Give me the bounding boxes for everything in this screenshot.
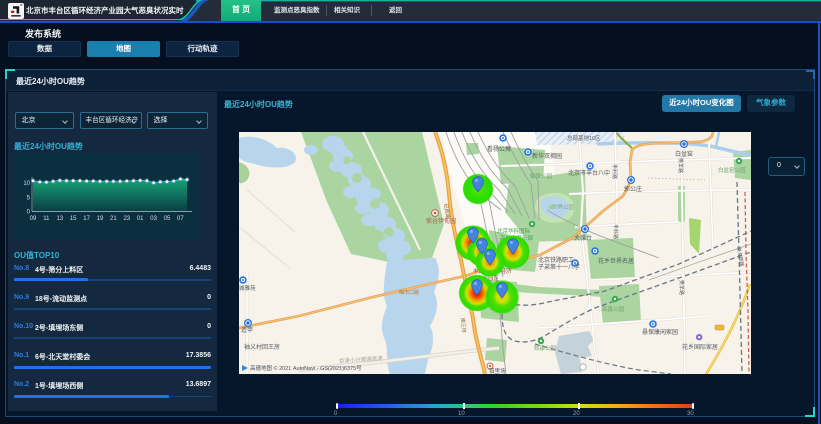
svg-text:高德地图 © 2021 AutoNavi - GS(2021: 高德地图 © 2021 AutoNavi - GS(2021)6375号 xyxy=(250,364,362,372)
svg-text:19: 19 xyxy=(97,216,104,222)
svg-text:看杨公寓: 看杨公寓 xyxy=(487,145,511,153)
svg-text:袖义村回王房: 袖义村回王房 xyxy=(244,343,280,351)
svg-text:御景公园: 御景公园 xyxy=(530,172,553,180)
svg-text:梅市口路: 梅市口路 xyxy=(399,289,419,296)
svg-text:熙康公园: 熙康公园 xyxy=(534,344,557,352)
svg-text:郭公庄: 郭公庄 xyxy=(624,185,642,193)
svg-text:5: 5 xyxy=(27,195,31,201)
svg-text:子弟第十一八学: 子弟第十一八学 xyxy=(538,263,580,271)
svg-text:北京华科国际: 北京华科国际 xyxy=(497,227,531,235)
svg-text:15: 15 xyxy=(70,216,77,222)
svg-text:21: 21 xyxy=(110,216,117,222)
svg-text:白盆窑: 白盆窑 xyxy=(675,150,693,158)
svg-text:11: 11 xyxy=(43,216,50,222)
svg-text:北京市丰台八中: 北京市丰台八中 xyxy=(568,169,610,177)
svg-text:07: 07 xyxy=(177,216,184,222)
svg-text:白盆窑公园: 白盆窑公园 xyxy=(718,166,746,174)
svg-text:09: 09 xyxy=(30,216,37,222)
svg-text:花乡世界名居: 花乡世界名居 xyxy=(598,257,634,265)
svg-text:13: 13 xyxy=(56,216,63,222)
svg-text:丰利路: 丰利路 xyxy=(611,164,618,179)
svg-text:镇里场: 镇里场 xyxy=(489,367,506,374)
svg-text:高鑫公园: 高鑫公园 xyxy=(602,305,625,313)
svg-text:05: 05 xyxy=(164,216,171,222)
svg-text:樊羊路: 樊羊路 xyxy=(678,280,685,295)
svg-text:03: 03 xyxy=(150,216,157,222)
svg-text:造甲: 造甲 xyxy=(241,326,253,334)
svg-text:丰科路: 丰科路 xyxy=(612,224,619,239)
svg-text:17: 17 xyxy=(83,216,90,222)
svg-text:总部基地10区: 总部基地10区 xyxy=(567,134,601,142)
svg-text:新华双拥园: 新华双拥园 xyxy=(532,152,562,160)
svg-text:花乡国际家居: 花乡国际家居 xyxy=(682,343,718,351)
svg-text:10: 10 xyxy=(23,181,30,187)
svg-text:悬保康闲家园: 悬保康闲家园 xyxy=(642,328,678,336)
svg-text:北京铁路职工: 北京铁路职工 xyxy=(538,256,574,264)
svg-text:南三环: 南三环 xyxy=(459,318,467,334)
svg-text:0: 0 xyxy=(27,210,31,216)
svg-text:樊羊路: 樊羊路 xyxy=(677,158,684,173)
svg-text:城雅苑: 城雅苑 xyxy=(239,284,256,292)
svg-text:01: 01 xyxy=(137,216,144,222)
svg-text:紫谷伊甸园: 紫谷伊甸园 xyxy=(426,217,456,225)
svg-text:世界公园: 世界公园 xyxy=(552,203,575,211)
svg-text:大葆台: 大葆台 xyxy=(574,234,592,242)
svg-text:23: 23 xyxy=(123,216,130,222)
